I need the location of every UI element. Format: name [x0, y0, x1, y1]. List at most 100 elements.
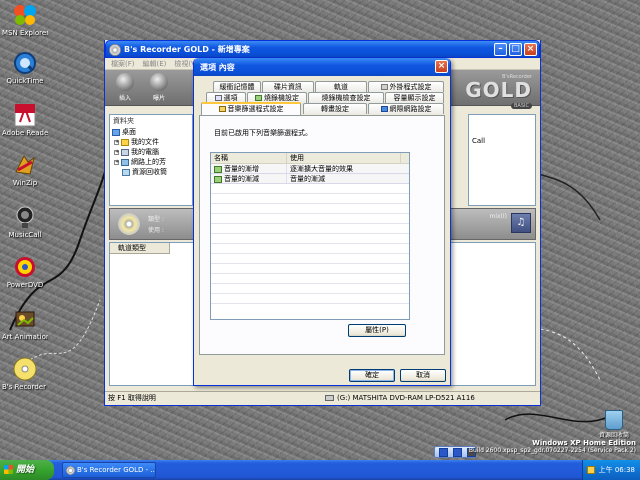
mix-label[interactable]: mix(I) — [489, 213, 507, 220]
empty-row — [211, 194, 409, 204]
dialog-tab-strip: 緩衝記憶體 碟片資訊 軌道 外掛程式設定 選項 燒錄機設定 燒錄機檢查設定 容量… — [199, 81, 445, 115]
insert-label: 插入 — [118, 95, 131, 102]
tab-capacity-display[interactable]: 容量顯示設定 — [385, 92, 444, 103]
burn-button[interactable]: 曝片 — [145, 73, 173, 102]
empty-row — [211, 184, 409, 194]
tab-row-3: 音樂篩選程式設定 轉畫設定 網際網路設定 — [199, 102, 445, 115]
tab-label: 燒錄機檢查設定 — [321, 94, 371, 102]
taskbar-item-bs-recorder[interactable]: B's Recorder GOLD - ... — [62, 462, 156, 478]
tab-music-filter-settings[interactable]: 音樂篩選程式設定 — [201, 102, 301, 115]
status-drive: (G:) MATSHITA DVD-RAM LP-D521 A116 — [325, 392, 475, 405]
cancel-button[interactable]: 取消 — [400, 369, 446, 382]
tab-internet-settings[interactable]: 網際網路設定 — [368, 103, 444, 114]
network-icon — [121, 158, 129, 166]
powerdvd-icon — [12, 254, 38, 280]
empty-row — [211, 264, 409, 274]
filter-row-fade-in[interactable]: 音量的漸增 逐漸擴大音量的效果 — [211, 164, 409, 174]
tab-buffer-memory[interactable]: 緩衝記憶體 — [213, 81, 261, 92]
filter-row-fade-out[interactable]: 音量的漸減 音量的漸減 — [211, 174, 409, 184]
desktop-icon-label: B's Recorder GOLD BASIC — [2, 383, 48, 391]
desktop-icon-quicktime[interactable]: QuickTime — [2, 50, 48, 85]
column-header-use[interactable]: 使用 — [287, 153, 401, 163]
tab-label: 燒錄機設定 — [264, 94, 299, 102]
music-filter-tab-panel: 目前已啟用下列音樂篩選程式。 名稱 使用 音量的漸增 逐漸擴大音量的效果 音量的… — [199, 115, 445, 355]
clock[interactable]: 上午 06:38 — [599, 466, 635, 474]
disc-used-label: 使用 : — [148, 227, 164, 234]
ok-button[interactable]: 確定 — [349, 369, 395, 382]
tree-item-network[interactable]: + 網路上的芳 — [110, 157, 192, 167]
track-type-column-header[interactable]: 軌道類型 — [110, 243, 170, 254]
logo-gold-text: GOLD — [465, 78, 532, 102]
tab-label: 碟片資訊 — [274, 83, 302, 91]
column-header-name[interactable]: 名稱 — [211, 153, 287, 163]
help-icon[interactable] — [453, 448, 462, 457]
tab-disc-info[interactable]: 碟片資訊 — [262, 81, 314, 92]
os-watermark: Windows XP Home Edition Build 2600.xpsp_… — [469, 440, 636, 455]
desktop-icon-label: MusicCall — [8, 231, 42, 239]
desktop-icon-art-animation[interactable]: Art Animation — [2, 306, 48, 341]
menu-edit[interactable]: 編輯(E) — [143, 59, 167, 69]
expand-icon[interactable]: + — [114, 159, 119, 165]
maximize-button[interactable]: □ — [509, 43, 522, 56]
tray-icon[interactable] — [587, 466, 595, 474]
tree-item-label: 資源回收筒 — [132, 168, 167, 176]
status-help-text: 按 F1 取得說明 — [108, 394, 156, 402]
tree-item-recycle-bin[interactable]: 資源回收筒 — [110, 167, 192, 177]
tree-item-label: 網路上的芳 — [131, 158, 166, 166]
desktop-icon-winzip[interactable]: WinZip — [2, 152, 48, 187]
tab-track[interactable]: 軌道 — [315, 81, 367, 92]
music-filter-icon — [218, 106, 226, 112]
desktop-icon-msn-explorer[interactable]: MSN Explorer — [2, 2, 48, 37]
music-note-button[interactable]: ♫ — [511, 213, 531, 233]
desktop-icon-musiccall[interactable]: MusicCall — [2, 204, 48, 239]
start-button[interactable]: 開始 — [0, 460, 54, 480]
desktop-icon-label: PowerDVD — [6, 281, 44, 289]
dialog-title: 選項 內容 — [200, 62, 235, 72]
folder-icon — [121, 138, 129, 146]
disc-type-label: 類型 : — [148, 216, 164, 223]
dialog-close-button[interactable]: × — [435, 60, 448, 73]
filter-list[interactable]: 名稱 使用 音量的漸增 逐漸擴大音量的效果 音量的漸減 音量的漸減 — [210, 152, 410, 320]
bs-recorder-task-icon — [66, 466, 75, 475]
folder-panel-header: 資料夾 — [113, 117, 134, 125]
keyboard-icon[interactable] — [439, 448, 448, 457]
tab-plugin-settings[interactable]: 外掛程式設定 — [368, 81, 444, 92]
properties-button[interactable]: 屬性(P) — [348, 324, 406, 337]
tree-item-label: 桌面 — [122, 128, 136, 136]
desktop-icon-label: WinZip — [12, 179, 38, 187]
desktop-icon-adobe-reader[interactable]: Adobe Reader — [2, 102, 48, 137]
tab-burner-check-settings[interactable]: 燒錄機檢查設定 — [308, 92, 384, 103]
desktop-icon-label: 資源回收筒 — [598, 432, 629, 439]
close-button[interactable]: × — [524, 43, 537, 56]
desktop-icon-powerdvd[interactable]: PowerDVD — [2, 254, 48, 289]
menu-file[interactable]: 檔案(F) — [111, 59, 135, 69]
start-label: 開始 — [16, 465, 35, 475]
filter-use: 音量的漸減 — [290, 175, 325, 183]
filter-list-header: 名稱 使用 — [211, 153, 409, 164]
windows-flag-icon — [4, 465, 13, 474]
app-statusbar: 按 F1 取得說明 (G:) MATSHITA DVD-RAM LP-D521 … — [105, 391, 540, 405]
right-panel-call-label: Call — [472, 137, 486, 145]
options-dialog: 選項 內容 × 緩衝記憶體 碟片資訊 軌道 外掛程式設定 選項 燒錄機設定 燒錄… — [193, 58, 451, 386]
tree-item-desktop[interactable]: 桌面 — [110, 127, 192, 137]
burn-disc-icon — [150, 73, 168, 91]
adobe-reader-icon — [12, 102, 38, 128]
desktop-icon-bs-recorder[interactable]: B's Recorder GOLD BASIC — [2, 356, 48, 391]
tree-item-my-documents[interactable]: + 我的文件 — [110, 137, 192, 147]
options-icon — [214, 95, 222, 101]
minimize-button[interactable]: – — [494, 43, 507, 56]
filter-name: 音量的漸增 — [224, 165, 259, 173]
expand-icon[interactable]: + — [114, 139, 119, 145]
desktop-icon-label: MSN Explorer — [2, 29, 48, 37]
tree-item-my-computer[interactable]: + 我的電腦 — [110, 147, 192, 157]
insert-button[interactable]: 插入 — [111, 73, 139, 102]
expand-icon[interactable]: + — [114, 149, 119, 155]
tab-image-settings[interactable]: 轉畫設定 — [303, 103, 367, 114]
insert-icon — [116, 73, 134, 91]
app-titlebar[interactable]: B's Recorder GOLD - 新增專案 – □ × — [105, 40, 540, 58]
dialog-titlebar[interactable]: 選項 內容 × — [194, 58, 450, 76]
desktop-icon-recycle-bin[interactable]: 資源回收筒 — [594, 410, 634, 439]
drive-icon — [325, 395, 334, 401]
empty-row — [211, 234, 409, 244]
taskbar-item-label: B's Recorder GOLD - ... — [77, 466, 156, 474]
